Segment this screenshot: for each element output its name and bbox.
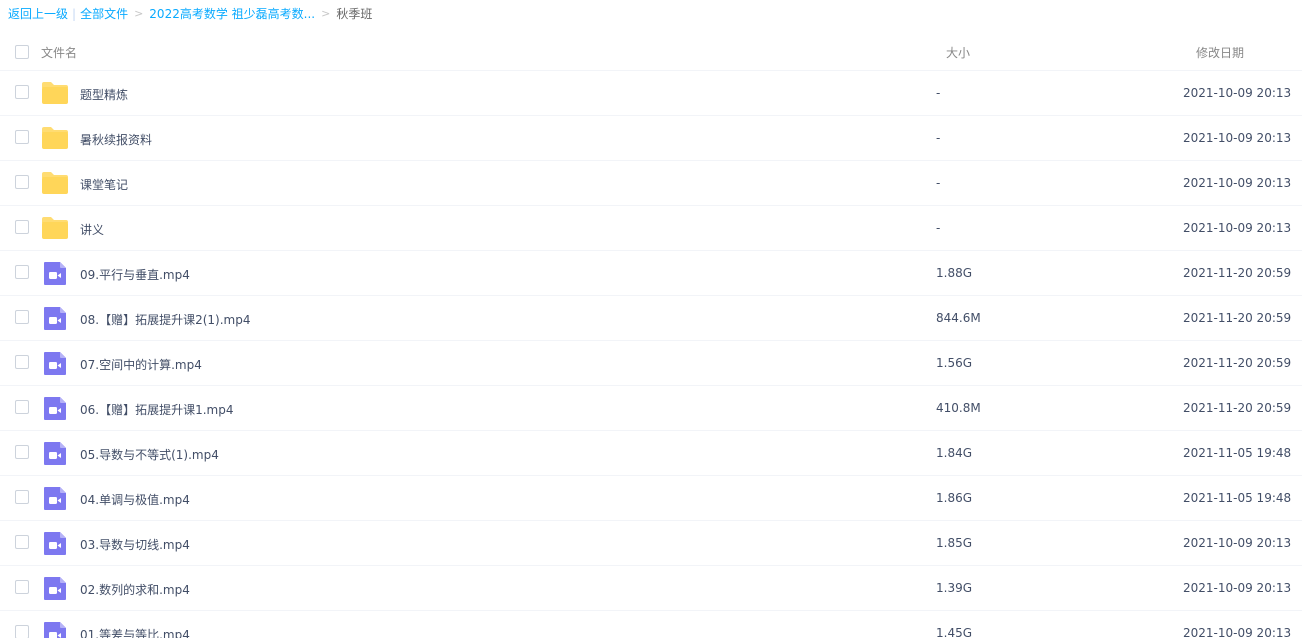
- column-header-name[interactable]: 文件名: [41, 44, 77, 61]
- file-name[interactable]: 05.导数与不等式(1).mp4: [80, 446, 219, 463]
- file-modified-date: 2021-11-20 20:59: [1183, 356, 1292, 370]
- row-checkbox[interactable]: [15, 535, 29, 549]
- video-file-icon: [41, 395, 69, 421]
- file-modified-date: 2021-11-05 19:48: [1183, 491, 1292, 505]
- file-browser: 返回上一级 | 全部文件 > 2022高考数学 祖少磊高考数... > 秋季班 …: [0, 0, 1302, 638]
- row-checkbox[interactable]: [15, 130, 29, 144]
- select-all-checkbox[interactable]: [15, 45, 29, 59]
- file-name[interactable]: 暑秋续报资料: [80, 131, 152, 148]
- folder-icon: [41, 80, 69, 106]
- row-checkbox[interactable]: [15, 490, 29, 504]
- file-size: -: [936, 176, 941, 190]
- file-size: -: [936, 131, 941, 145]
- file-list-header: 文件名 大小 修改日期: [0, 30, 1302, 71]
- row-checkbox[interactable]: [15, 445, 29, 459]
- file-row[interactable]: 暑秋续报资料 - 2021-10-09 20:13: [0, 116, 1302, 161]
- file-modified-date: 2021-10-09 20:13: [1183, 626, 1292, 638]
- file-row[interactable]: 讲义 - 2021-10-09 20:13: [0, 206, 1302, 251]
- breadcrumb: 返回上一级 | 全部文件 > 2022高考数学 祖少磊高考数... > 秋季班: [8, 6, 372, 22]
- file-size: 1.39G: [936, 581, 973, 595]
- breadcrumb-root[interactable]: 全部文件: [80, 6, 128, 22]
- column-header-size[interactable]: 大小: [946, 44, 970, 61]
- video-file-icon: [41, 575, 69, 601]
- file-name[interactable]: 题型精炼: [80, 86, 128, 103]
- folder-icon: [41, 125, 69, 151]
- file-modified-date: 2021-10-09 20:13: [1183, 176, 1292, 190]
- file-row[interactable]: 09.平行与垂直.mp4 1.88G 2021-11-20 20:59: [0, 251, 1302, 296]
- file-name[interactable]: 01.等差与等比.mp4: [80, 626, 190, 638]
- file-size: 844.6M: [936, 311, 981, 325]
- file-modified-date: 2021-11-20 20:59: [1183, 266, 1292, 280]
- file-name[interactable]: 07.空间中的计算.mp4: [80, 356, 202, 373]
- file-size: 410.8M: [936, 401, 981, 415]
- video-file-icon: [41, 530, 69, 556]
- file-modified-date: 2021-11-20 20:59: [1183, 401, 1292, 415]
- file-row[interactable]: 05.导数与不等式(1).mp4 1.84G 2021-11-05 19:48: [0, 431, 1302, 476]
- back-link[interactable]: 返回上一级: [8, 6, 68, 22]
- file-size: 1.86G: [936, 491, 973, 505]
- row-checkbox[interactable]: [15, 310, 29, 324]
- file-modified-date: 2021-11-05 19:48: [1183, 446, 1292, 460]
- file-name[interactable]: 课堂笔记: [80, 176, 128, 193]
- file-row[interactable]: 04.单调与极值.mp4 1.86G 2021-11-05 19:48: [0, 476, 1302, 521]
- file-size: 1.45G: [936, 626, 973, 638]
- file-row[interactable]: 01.等差与等比.mp4 1.45G 2021-10-09 20:13: [0, 611, 1302, 638]
- file-modified-date: 2021-10-09 20:13: [1183, 131, 1292, 145]
- file-size: -: [936, 86, 941, 100]
- file-size: 1.84G: [936, 446, 973, 460]
- video-file-icon: [41, 350, 69, 376]
- video-file-icon: [41, 485, 69, 511]
- breadcrumb-divider: |: [72, 7, 77, 21]
- file-name[interactable]: 02.数列的求和.mp4: [80, 581, 190, 598]
- folder-icon: [41, 215, 69, 241]
- file-modified-date: 2021-10-09 20:13: [1183, 86, 1292, 100]
- file-row[interactable]: 题型精炼 - 2021-10-09 20:13: [0, 71, 1302, 116]
- video-file-icon: [41, 440, 69, 466]
- row-checkbox[interactable]: [15, 400, 29, 414]
- file-size: 1.88G: [936, 266, 973, 280]
- row-checkbox[interactable]: [15, 580, 29, 594]
- chevron-right-icon: >: [134, 7, 144, 20]
- row-checkbox[interactable]: [15, 625, 29, 638]
- file-list: 题型精炼 - 2021-10-09 20:13 暑秋续报资料 - 2021-10…: [0, 71, 1302, 638]
- folder-icon: [41, 170, 69, 196]
- row-checkbox[interactable]: [15, 220, 29, 234]
- file-modified-date: 2021-10-09 20:13: [1183, 536, 1292, 550]
- column-header-modified[interactable]: 修改日期: [1196, 44, 1244, 61]
- breadcrumb-current: 秋季班: [336, 7, 373, 21]
- file-name[interactable]: 03.导数与切线.mp4: [80, 536, 190, 553]
- file-name[interactable]: 09.平行与垂直.mp4: [80, 266, 190, 283]
- breadcrumb-parent[interactable]: 2022高考数学 祖少磊高考数...: [149, 6, 315, 22]
- file-row[interactable]: 02.数列的求和.mp4 1.39G 2021-10-09 20:13: [0, 566, 1302, 611]
- row-checkbox[interactable]: [15, 355, 29, 369]
- row-checkbox[interactable]: [15, 85, 29, 99]
- file-size: 1.56G: [936, 356, 973, 370]
- file-row[interactable]: 06.【赠】拓展提升课1.mp4 410.8M 2021-11-20 20:59: [0, 386, 1302, 431]
- video-file-icon: [41, 305, 69, 331]
- video-file-icon: [41, 260, 69, 286]
- file-modified-date: 2021-11-20 20:59: [1183, 311, 1292, 325]
- file-size: -: [936, 221, 941, 235]
- file-modified-date: 2021-10-09 20:13: [1183, 221, 1292, 235]
- file-name[interactable]: 04.单调与极值.mp4: [80, 491, 190, 508]
- file-row[interactable]: 03.导数与切线.mp4 1.85G 2021-10-09 20:13: [0, 521, 1302, 566]
- file-name[interactable]: 讲义: [80, 221, 104, 238]
- file-name[interactable]: 06.【赠】拓展提升课1.mp4: [80, 401, 233, 418]
- row-checkbox[interactable]: [15, 175, 29, 189]
- video-file-icon: [41, 620, 69, 638]
- chevron-right-icon: >: [321, 7, 331, 20]
- row-checkbox[interactable]: [15, 265, 29, 279]
- file-modified-date: 2021-10-09 20:13: [1183, 581, 1292, 595]
- file-size: 1.85G: [936, 536, 973, 550]
- file-name[interactable]: 08.【赠】拓展提升课2(1).mp4: [80, 311, 250, 328]
- file-row[interactable]: 08.【赠】拓展提升课2(1).mp4 844.6M 2021-11-20 20…: [0, 296, 1302, 341]
- file-row[interactable]: 课堂笔记 - 2021-10-09 20:13: [0, 161, 1302, 206]
- file-row[interactable]: 07.空间中的计算.mp4 1.56G 2021-11-20 20:59: [0, 341, 1302, 386]
